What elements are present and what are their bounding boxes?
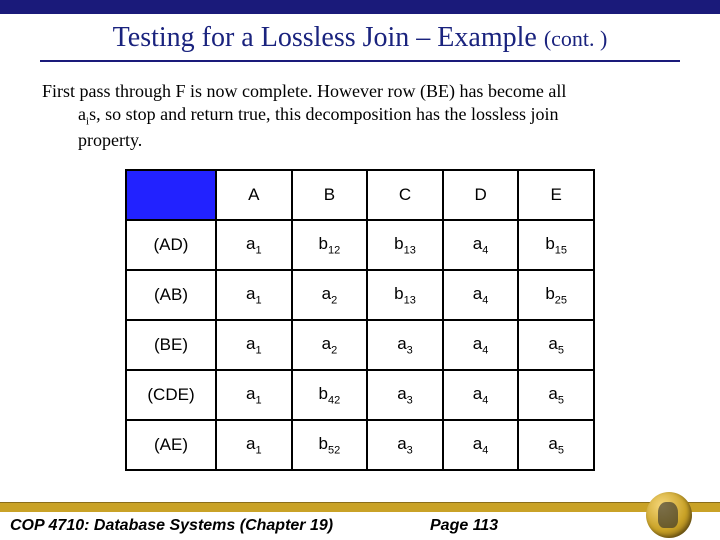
matrix-table: A B C D E (AD)a1b12b13a4b15(AB)a1a2b13a4… [125,169,595,471]
body-line-2b: s, so stop and return true, this decompo… [89,104,558,124]
body-paragraph: First pass through F is now complete. Ho… [42,80,680,151]
header-blank-cell [126,170,216,220]
table-cell: a2 [292,320,368,370]
table-cell: a1 [216,270,292,320]
footer-course: COP 4710: Database Systems (Chapter 19) [0,517,333,535]
table-cell: a2 [292,270,368,320]
row-label: (AD) [126,220,216,270]
body-line-1: First pass through F is now complete. Ho… [42,81,566,101]
table-cell: a5 [518,320,594,370]
body-line-3: property. [42,129,680,152]
table-cell: a3 [367,320,443,370]
col-D: D [443,170,519,220]
footer-page: Page 113 [430,517,498,535]
table-cell: b42 [292,370,368,420]
col-C: C [367,170,443,220]
title-main: Testing for a Lossless Join – Example [113,22,544,53]
table-cell: a4 [443,270,519,320]
title-cont: (cont. ) [544,26,608,51]
col-B: B [292,170,368,220]
footer: COP 4710: Database Systems (Chapter 19) … [0,502,720,540]
table-cell: b13 [367,220,443,270]
col-E: E [518,170,594,220]
table-cell: a1 [216,420,292,470]
row-label: (AB) [126,270,216,320]
table-row: (AD)a1b12b13a4b15 [126,220,594,270]
table-cell: b25 [518,270,594,320]
table-cell: a4 [443,320,519,370]
row-label: (CDE) [126,370,216,420]
table-cell: b12 [292,220,368,270]
table-cell: a5 [518,370,594,420]
table-cell: a3 [367,370,443,420]
table-cell: a1 [216,320,292,370]
footer-line: COP 4710: Database Systems (Chapter 19) … [0,512,720,540]
matrix-table-wrap: A B C D E (AD)a1b12b13a4b15(AB)a1a2b13a4… [125,169,595,471]
table-cell: a4 [443,220,519,270]
col-A: A [216,170,292,220]
table-cell: a3 [367,420,443,470]
table-cell: b13 [367,270,443,320]
row-label: (BE) [126,320,216,370]
title-underline [40,60,680,62]
page-title: Testing for a Lossless Join – Example (c… [0,22,720,54]
row-label: (AE) [126,420,216,470]
table-row: (CDE)a1b42a3a4a5 [126,370,594,420]
table-cell: a4 [443,420,519,470]
table-cell: b15 [518,220,594,270]
table-cell: a1 [216,220,292,270]
table-cell: b52 [292,420,368,470]
table-header-row: A B C D E [126,170,594,220]
top-bar [0,0,720,14]
table-cell: a4 [443,370,519,420]
table-row: (BE)a1a2a3a4a5 [126,320,594,370]
ucf-logo-icon [646,492,692,538]
table-row: (AB)a1a2b13a4b25 [126,270,594,320]
body-line-2a: a [78,104,86,124]
gold-bar [0,502,720,512]
table-row: (AE)a1b52a3a4a5 [126,420,594,470]
table-cell: a1 [216,370,292,420]
table-cell: a5 [518,420,594,470]
